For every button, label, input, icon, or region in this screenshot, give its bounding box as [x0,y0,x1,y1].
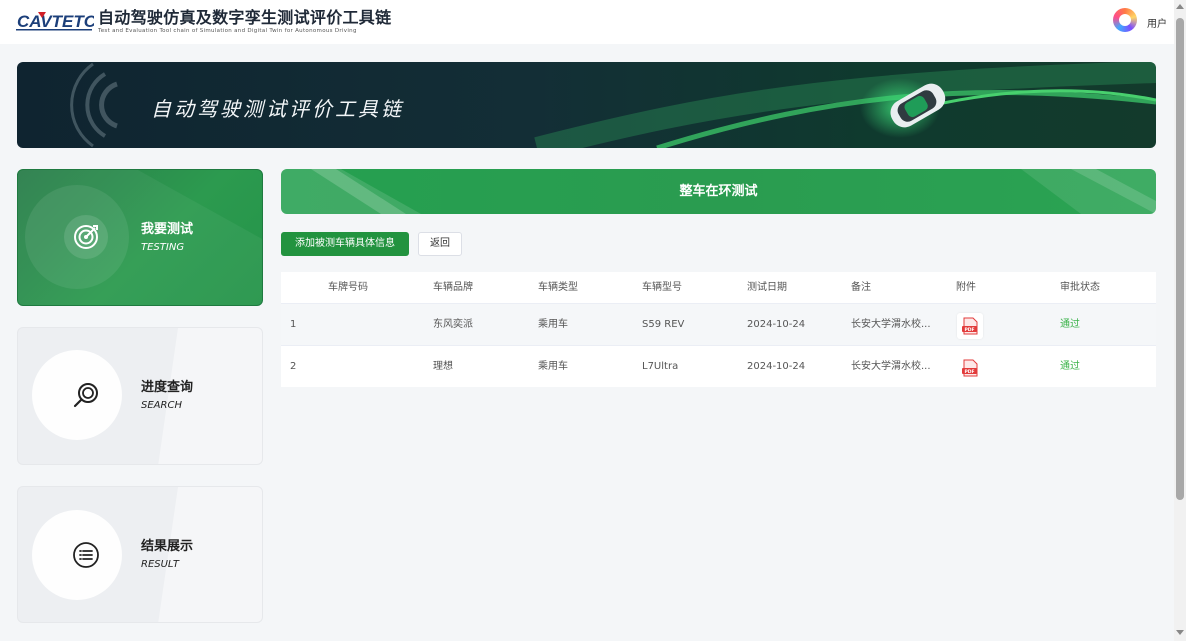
user-avatar[interactable] [1113,8,1137,32]
column-header[interactable]: 备注 [851,272,871,303]
nav-en-result: RESULT [141,559,179,570]
user-label[interactable]: 用户 [1147,15,1167,30]
pdf-icon[interactable]: PDF [957,313,983,339]
model-cell: L7Ultra [642,361,679,372]
search-icon [64,373,108,417]
vehicle-table: 车牌号码 车辆品牌 车辆类型 车辆型号 测试日期 备注 附件 审批状态 1 东风… [281,272,1156,387]
target-icon [64,215,108,259]
nav-card-result[interactable]: 结果展示 RESULT [17,486,263,623]
model-cell: S59 REV [642,319,685,330]
column-header[interactable]: 审批状态 [1060,272,1100,303]
column-header[interactable]: 车牌号码 [328,272,368,303]
table-header: 车牌号码 车辆品牌 车辆类型 车辆型号 测试日期 备注 附件 审批状态 [281,272,1156,303]
type-cell: 乘用车 [538,361,568,372]
scroll-thumb[interactable] [1176,18,1184,500]
note-cell: 长安大学渭水校... [851,319,931,330]
column-header[interactable]: 车辆型号 [642,272,682,303]
brand-cell: 东风奕派 [433,319,473,330]
note-cell: 长安大学渭水校... [851,361,931,372]
column-header[interactable]: 附件 [956,272,976,303]
brand-cell: 理想 [433,361,453,372]
date-cell: 2024-10-24 [747,319,806,330]
section-header: 整车在环测试 [281,169,1156,214]
row-index: 2 [290,361,297,372]
section-title: 整车在环测试 [679,184,758,199]
top-header: CAVTETC 自动驾驶仿真及数字孪生测试评价工具链 Test and Eval… [0,0,1174,44]
nav-title-testing: 我要测试 [141,222,194,237]
nav-title-result: 结果展示 [141,539,194,554]
scroll-up-arrow-icon[interactable] [1176,4,1184,9]
svg-text:PDF: PDF [964,327,974,333]
column-header[interactable]: 测试日期 [747,272,787,303]
nav-en-testing: TESTING [141,242,185,253]
approval-status: 通过 [1060,361,1080,372]
pdf-icon[interactable]: PDF [957,355,983,381]
add-vehicle-info-button[interactable]: 添加被测车辆具体信息 [281,232,409,256]
hero-banner: 自动驾驶测试评价工具链 [17,62,1156,148]
nav-card-search[interactable]: 进度查询 SEARCH [17,327,263,465]
back-button[interactable]: 返回 [418,232,462,256]
app-subtitle: Test and Evaluation Tool chain of Simula… [98,28,357,34]
scroll-down-arrow-icon[interactable] [1176,630,1184,635]
column-header[interactable]: 车辆品牌 [433,272,473,303]
type-cell: 乘用车 [538,319,568,330]
nav-en-search: SEARCH [141,400,182,411]
date-cell: 2024-10-24 [747,361,806,372]
nav-title-search: 进度查询 [141,380,194,395]
page-scrollbar[interactable] [1174,0,1186,641]
list-icon [64,533,108,577]
svg-text:PDF: PDF [964,369,974,375]
cavtetc-logo[interactable]: CAVTETC [16,8,97,34]
nav-card-testing[interactable]: 我要测试 TESTING [17,169,263,306]
banner-title: 自动驾驶测试评价工具链 [151,97,404,121]
column-header[interactable]: 车辆类型 [538,272,578,303]
table-row[interactable]: 2 理想 乘用车 L7Ultra 2024-10-24 长安大学渭水校... P… [281,345,1156,387]
table-row[interactable]: 1 东风奕派 乘用车 S59 REV 2024-10-24 长安大学渭水校...… [281,303,1156,345]
app-title: 自动驾驶仿真及数字孪生测试评价工具链 [98,8,392,27]
svg-text:CAVTETC: CAVTETC [17,12,94,31]
row-index: 1 [290,319,297,330]
app-title-block: 自动驾驶仿真及数字孪生测试评价工具链 Test and Evaluation T… [98,9,391,35]
approval-status: 通过 [1060,319,1080,330]
